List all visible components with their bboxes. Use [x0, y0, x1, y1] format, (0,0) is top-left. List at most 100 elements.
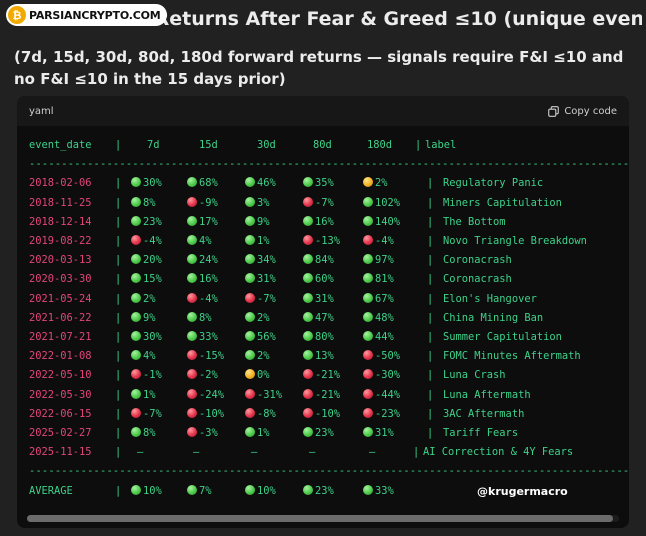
return-cell: -21% [303, 366, 340, 385]
return-value: -2% [199, 369, 218, 382]
green-circle-icon [131, 427, 141, 437]
return-value: -4% [143, 235, 162, 247]
return-cell: 31% [363, 424, 394, 443]
return-value: 31% [257, 273, 276, 286]
return-value: -10% [199, 407, 225, 420]
return-cell: 48% [363, 309, 394, 328]
green-circle-icon [131, 350, 141, 361]
return-cell: 30% [131, 328, 162, 347]
return-cell: 80% [303, 328, 334, 347]
return-cell: -44% [363, 386, 400, 405]
return-value: 2% [257, 311, 270, 324]
column-header-15d: 15d [199, 139, 218, 151]
red-circle-icon [131, 369, 141, 380]
return-cell: 1% [245, 232, 270, 251]
return-cell: 23% [303, 482, 334, 501]
return-cell: 56% [245, 328, 276, 347]
red-circle-icon [363, 235, 373, 245]
event-label: Summer Capitulation [443, 331, 562, 343]
return-cell: 24% [187, 251, 218, 270]
green-circle-icon [131, 196, 141, 207]
copy-code-button[interactable]: Copy code [548, 106, 617, 117]
empty-value: – [309, 446, 316, 459]
return-cell: 2% [363, 174, 388, 193]
green-circle-icon [245, 215, 255, 226]
return-cell: -7% [303, 194, 334, 213]
copy-code-label: Copy code [564, 105, 617, 117]
event-label: 3AC Aftermath [443, 407, 525, 420]
return-value: 2% [143, 292, 156, 305]
return-cell: -31% [245, 386, 282, 405]
return-cell: 9% [131, 309, 156, 328]
return-cell: 44% [363, 328, 394, 347]
event-date: 2019-08-22 [29, 235, 92, 247]
logo-text: PARSIANCRYPTO.COM [29, 8, 161, 22]
table-row: 2020-03-13 | 20% 24% 34% 84% 97% | Coronacrash [29, 251, 629, 270]
table-row: 2019-08-22 | -4% 4% 1% -13% -4% | Novo Triangle … [29, 232, 629, 251]
return-value: 10% [257, 484, 276, 497]
return-value: 47% [315, 311, 334, 324]
red-circle-icon [303, 196, 313, 207]
column-separator: | [115, 388, 122, 401]
column-header-event-date: event_date [29, 139, 92, 151]
header: BTC Forward Returns After Fear & Greed ≤… [0, 0, 646, 42]
return-cell: -8% [245, 405, 276, 424]
red-circle-icon [187, 196, 197, 207]
table-row: 2021-06-22 | 9% 8% 2% 47% 48% | China Mining Ban [29, 309, 629, 328]
site-logo: ₿ PARSIANCRYPTO.COM [6, 4, 167, 26]
return-value: 4% [199, 235, 212, 247]
empty-value: – [193, 446, 200, 459]
return-value: 30% [143, 177, 162, 190]
return-cell: -15% [187, 347, 224, 366]
column-separator: | [427, 388, 434, 401]
red-circle-icon [303, 388, 313, 399]
return-cell: 0% [245, 366, 270, 385]
red-circle-icon [187, 388, 197, 399]
red-circle-icon [187, 350, 197, 361]
green-circle-icon [131, 215, 141, 226]
green-circle-icon [245, 350, 255, 361]
event-date: 2022-05-30 [29, 388, 92, 401]
return-cell: -23% [363, 405, 400, 424]
event-label: Novo Triangle Breakdown [443, 235, 587, 247]
column-separator: | [115, 407, 122, 420]
column-separator: | [427, 407, 434, 420]
green-circle-icon [187, 331, 197, 341]
column-separator: | [115, 273, 122, 286]
table-row: 2021-07-21 | 30% 33% 56% 80% 44% | Summer Capitu… [29, 328, 629, 347]
event-date: 2018-11-25 [29, 196, 92, 209]
column-separator: | [115, 331, 122, 343]
return-cell: 8% [131, 194, 156, 213]
return-cell: 30% [131, 174, 162, 193]
column-separator: | [115, 311, 122, 324]
return-value: 33% [375, 484, 394, 497]
return-value: 1% [143, 388, 156, 401]
column-separator: | [115, 139, 122, 151]
table-row: 2022-05-30 | 1% -24% -31% -21% -44% | Luna After… [29, 386, 629, 405]
return-value: 17% [199, 215, 218, 228]
green-circle-icon [363, 292, 373, 303]
green-circle-icon [187, 311, 197, 322]
return-value: 2% [375, 177, 388, 190]
return-cell: 33% [363, 482, 394, 501]
green-circle-icon [131, 292, 141, 303]
event-label: AI Correction & 4Y Fears [423, 446, 574, 459]
return-cell: 13% [303, 347, 334, 366]
table-row: 2022-01-08 | 4% -15% 2% 13% -50% | FOMC Minutes … [29, 347, 629, 366]
return-value: 30% [143, 331, 162, 343]
return-value: -9% [199, 196, 218, 209]
bitcoin-logo-icon: ₿ [8, 6, 26, 24]
horizontal-scrollbar-thumb[interactable] [27, 515, 613, 522]
return-cell: -21% [303, 386, 340, 405]
return-value: 34% [257, 254, 276, 267]
return-value: 140% [375, 215, 401, 228]
empty-value: – [369, 446, 376, 459]
return-cell: 17% [187, 213, 218, 232]
green-circle-icon [245, 311, 255, 322]
green-circle-icon [131, 484, 141, 495]
green-circle-icon [245, 484, 255, 495]
average-row: AVERAGE | 10% 7% 10% 23% 33% @krugermacro [29, 482, 629, 501]
return-value: 44% [375, 331, 394, 343]
table-row: 2022-06-15 | -7% -10% -8% -10% -23% | 3AC Afterm… [29, 405, 629, 424]
table-row: 2018-11-25 | 8% -9% 3% -7% 102% | Miners Capitul… [29, 194, 629, 213]
